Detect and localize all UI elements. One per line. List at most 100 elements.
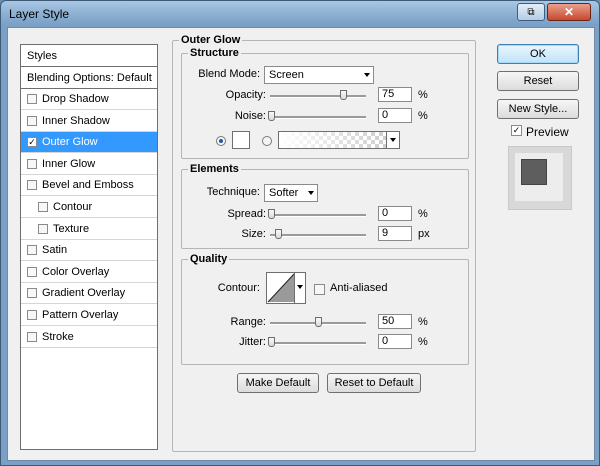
jitter-slider-thumb[interactable] — [268, 337, 275, 347]
noise-slider[interactable] — [268, 111, 366, 121]
contour-picker[interactable] — [266, 272, 306, 304]
spread-label: Spread: — [227, 208, 266, 220]
style-item-label: Bevel and Emboss — [42, 179, 134, 192]
chevron-down-icon — [390, 138, 396, 142]
structure-group: Structure Blend Mode: Screen Opacity: 75… — [181, 47, 469, 159]
chevron-down-icon — [364, 73, 370, 77]
styles-list: Styles Blending Options: Default Drop Sh… — [20, 44, 158, 450]
ok-button[interactable]: OK — [497, 44, 579, 64]
preview-swatch — [521, 159, 547, 185]
range-unit: % — [418, 316, 428, 328]
technique-label: Technique: — [206, 186, 260, 198]
quality-title: Quality — [188, 253, 230, 265]
blending-options-item[interactable]: Blending Options: Default — [21, 67, 157, 89]
anti-aliased-checkbox[interactable] — [314, 284, 325, 295]
noise-unit: % — [418, 110, 428, 122]
outer-glow-title: Outer Glow — [179, 34, 243, 46]
noise-label: Noise: — [234, 110, 266, 122]
style-item-label: Gradient Overlay — [42, 287, 126, 300]
opacity-input[interactable]: 75 — [378, 87, 412, 102]
range-slider[interactable] — [270, 317, 366, 327]
title-bar[interactable]: Layer Style ⧉ ✕ — [1, 1, 599, 27]
chevron-down-icon — [308, 191, 314, 195]
style-item-label: Color Overlay — [42, 265, 110, 278]
new-style-button[interactable]: New Style... — [497, 99, 579, 119]
opacity-unit: % — [418, 89, 428, 101]
style-item-checkbox[interactable]: ✓ — [27, 137, 37, 148]
style-item-label: Drop Shadow — [42, 93, 109, 105]
style-item-checkbox[interactable] — [38, 223, 48, 234]
opacity-label: Opacity: — [225, 89, 266, 101]
styles-header-label: Styles — [27, 49, 57, 62]
size-unit: px — [418, 228, 430, 240]
window-title: Layer Style — [9, 7, 70, 21]
outer-glow-group: Outer Glow Structure Blend Mode: Screen … — [172, 34, 476, 452]
style-item-checkbox[interactable] — [27, 158, 37, 169]
range-slider-thumb[interactable] — [315, 317, 322, 327]
range-input[interactable]: 50 — [378, 314, 412, 329]
spread-unit: % — [418, 208, 428, 220]
gradient-radio[interactable] — [262, 136, 272, 146]
noise-slider-thumb[interactable] — [268, 111, 275, 121]
style-item-checkbox[interactable] — [27, 115, 37, 126]
style-item-texture[interactable]: Texture — [21, 219, 157, 240]
blend-mode-label: Blend Mode: — [198, 68, 260, 80]
style-item-bevel-and-emboss[interactable]: Bevel and Emboss — [21, 175, 157, 197]
reset-to-default-button[interactable]: Reset to Default — [327, 373, 421, 393]
style-item-label: Pattern Overlay — [42, 309, 119, 321]
anti-aliased-label: Anti-aliased — [330, 282, 388, 294]
color-radio[interactable] — [216, 136, 226, 146]
structure-title: Structure — [188, 47, 241, 59]
opacity-slider-thumb[interactable] — [340, 90, 347, 100]
gradient-dropdown[interactable] — [386, 132, 399, 148]
style-item-label: Outer Glow — [42, 136, 98, 149]
size-slider-thumb[interactable] — [275, 229, 282, 239]
style-item-checkbox[interactable] — [27, 266, 37, 277]
style-item-stroke[interactable]: Stroke — [21, 327, 157, 348]
spread-input[interactable]: 0 — [378, 206, 412, 221]
style-item-label: Inner Shadow — [42, 114, 110, 127]
style-item-inner-shadow[interactable]: Inner Shadow — [21, 111, 157, 132]
blending-options-label: Blending Options: Default — [27, 71, 152, 84]
style-item-checkbox[interactable] — [27, 245, 37, 256]
elements-title: Elements — [188, 163, 241, 175]
jitter-slider[interactable] — [268, 337, 366, 347]
style-item-checkbox[interactable] — [27, 180, 37, 191]
blend-mode-select[interactable]: Screen — [264, 66, 374, 84]
spread-slider-thumb[interactable] — [268, 209, 275, 219]
size-label: Size: — [241, 228, 266, 240]
style-item-checkbox[interactable] — [27, 331, 37, 342]
style-item-checkbox[interactable] — [27, 94, 37, 104]
reset-button[interactable]: Reset — [497, 71, 579, 91]
style-item-outer-glow[interactable]: ✓ Outer Glow — [21, 132, 157, 154]
opacity-slider[interactable] — [270, 90, 366, 100]
style-item-drop-shadow[interactable]: Drop Shadow — [21, 89, 157, 110]
chevron-down-icon — [297, 285, 303, 289]
size-slider[interactable] — [270, 229, 366, 239]
contour-dropdown[interactable] — [294, 273, 305, 303]
make-default-button[interactable]: Make Default — [237, 373, 319, 393]
size-input[interactable]: 9 — [378, 226, 412, 241]
style-item-label: Satin — [42, 244, 68, 257]
style-item-contour[interactable]: Contour — [21, 197, 157, 218]
jitter-input[interactable]: 0 — [378, 334, 412, 349]
spread-slider[interactable] — [268, 209, 366, 219]
style-item-checkbox[interactable] — [27, 310, 37, 320]
style-item-inner-glow[interactable]: Inner Glow — [21, 154, 157, 175]
glow-gradient-picker[interactable] — [278, 131, 400, 149]
styles-header[interactable]: Styles — [21, 45, 157, 67]
style-preview — [508, 146, 572, 210]
style-item-satin[interactable]: Satin — [21, 240, 157, 262]
style-item-checkbox[interactable] — [38, 202, 48, 212]
close-button[interactable]: ✕ — [547, 3, 591, 21]
style-item-color-overlay[interactable]: Color Overlay — [21, 262, 157, 283]
style-item-label: Texture — [53, 222, 90, 235]
style-item-checkbox[interactable] — [27, 288, 37, 299]
preview-checkbox[interactable]: ✓ — [511, 125, 522, 136]
noise-input[interactable]: 0 — [378, 108, 412, 123]
restore-button[interactable]: ⧉ — [517, 3, 545, 21]
glow-color-swatch[interactable] — [232, 131, 250, 149]
style-item-pattern-overlay[interactable]: Pattern Overlay — [21, 305, 157, 326]
technique-select[interactable]: Softer — [264, 184, 318, 202]
style-item-gradient-overlay[interactable]: Gradient Overlay — [21, 283, 157, 305]
